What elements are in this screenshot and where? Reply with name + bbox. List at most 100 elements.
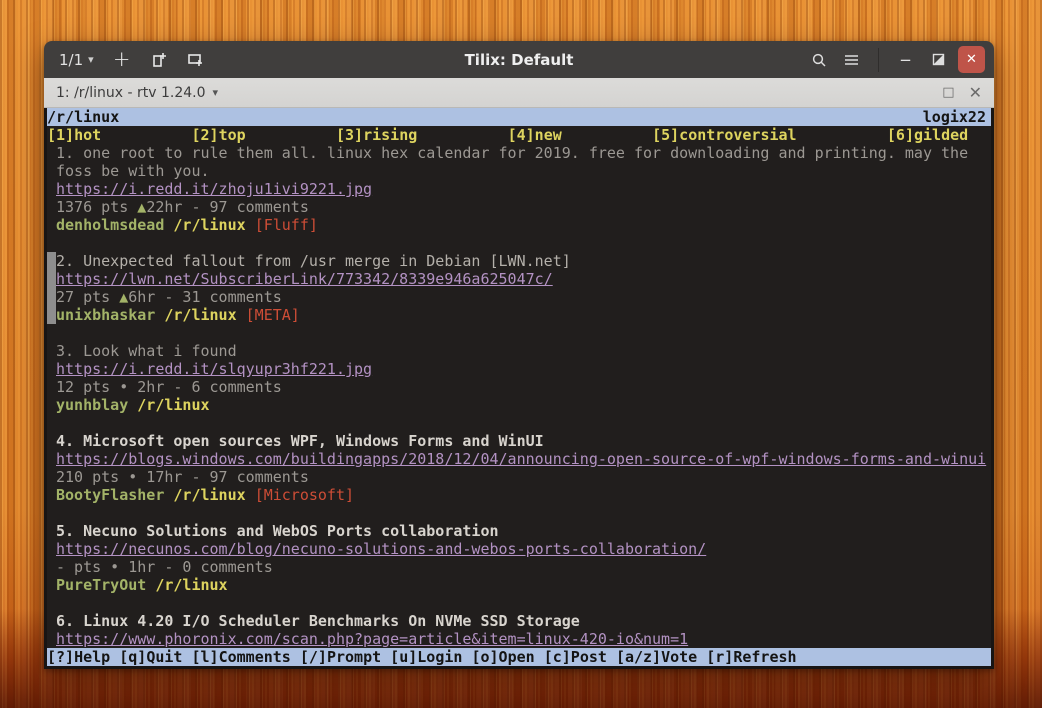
indent [47, 180, 56, 198]
add-terminal-down-icon [187, 52, 204, 68]
logged-in-user: logix22 [923, 108, 986, 126]
post-stats-line: 12 pts • 2hr - 6 comments [47, 378, 991, 396]
shortcut-footer-bar: [?]Help [q]Quit [l]Comments [/]Prompt [u… [47, 648, 991, 666]
text-segment: [META] [246, 306, 300, 324]
indent [47, 144, 56, 162]
sort-menu-bar: [1]hot [2]top [3]rising [4]new [5]contro… [47, 126, 991, 144]
minimize-icon: − [899, 51, 912, 69]
post-title[interactable]: 6. Linux 4.20 I/O Scheduler Benchmarks O… [56, 612, 580, 630]
selection-cursor [47, 252, 56, 270]
post-url-line: https://blogs.windows.com/buildingapps/2… [47, 450, 991, 468]
menu-item-3[interactable]: [3]rising [336, 126, 417, 144]
indent [47, 234, 56, 252]
indent [47, 594, 56, 612]
restore-button[interactable] [925, 46, 952, 73]
blank-line [47, 504, 991, 522]
close-icon: ✕ [966, 52, 977, 67]
terminal-frame: /r/linux logix22 [1]hot [2]top [3]rising… [44, 108, 994, 669]
post-stats-line: - pts • 1hr - 0 comments [47, 558, 991, 576]
indent [47, 378, 56, 396]
post-url-link[interactable]: https://i.redd.it/zhoju1ivi9221.jpg [56, 180, 372, 198]
menu-item-2[interactable]: [2]top [192, 126, 246, 144]
indent [47, 576, 56, 594]
menu-item-1[interactable]: [1]hot [47, 126, 101, 144]
post-url-link[interactable]: https://lwn.net/SubscriberLink/773342/83… [56, 270, 553, 288]
add-terminal-right-button[interactable] [144, 46, 174, 74]
text-segment: BootyFlasher [56, 486, 164, 504]
close-button[interactable]: ✕ [958, 46, 985, 73]
minimize-button[interactable]: − [892, 46, 919, 73]
post-url-link[interactable]: https://blogs.windows.com/buildingapps/2… [56, 450, 986, 468]
indent [47, 612, 56, 630]
chevron-down-icon: ▾ [88, 53, 94, 66]
post-stats-line: 1376 pts ▲22hr - 97 comments [47, 198, 991, 216]
blank-line [47, 324, 991, 342]
terminal-tab-label: 1: /r/linux - rtv 1.24.0 [56, 85, 206, 101]
text-segment [246, 486, 255, 504]
tab-chevron-down-icon: ▾ [213, 86, 219, 99]
terminal-body[interactable]: /r/linux logix22 [1]hot [2]top [3]rising… [47, 108, 991, 666]
blank-line [47, 594, 991, 612]
indent [47, 558, 56, 576]
menu-item-6[interactable]: [6]gilded [887, 126, 968, 144]
text-segment: - pts • 1hr - 0 comments [56, 558, 273, 576]
text-segment: 1376 pts [56, 198, 137, 216]
post-title[interactable]: 5. Necuno Solutions and WebOS Ports coll… [56, 522, 499, 540]
text-segment: PureTryOut [56, 576, 146, 594]
text-segment: ▲ [119, 288, 128, 306]
menu-item-4[interactable]: [4]new [508, 126, 562, 144]
titlebar-separator [878, 48, 879, 72]
post-list: 1. one root to rule them all. linux hex … [47, 144, 991, 648]
post-url-line: https://lwn.net/SubscriberLink/773342/83… [47, 270, 991, 288]
terminal-close-icon: ✕ [969, 83, 982, 102]
blank-line [47, 234, 991, 252]
search-button[interactable] [805, 46, 832, 73]
session-selector[interactable]: 1/1 ▾ [53, 47, 100, 73]
text-segment: /r/linux [137, 396, 209, 414]
selection-cursor [47, 288, 56, 306]
post-url-link[interactable]: https://www.phoronix.com/scan.php?page=a… [56, 630, 688, 648]
selection-cursor [47, 306, 56, 324]
text-segment: yunhblay [56, 396, 128, 414]
indent [47, 324, 56, 342]
menu-item-5[interactable]: [5]controversial [652, 126, 797, 144]
blank-line [47, 414, 991, 432]
post-title[interactable]: foss be with you. [56, 162, 210, 180]
indent [47, 504, 56, 522]
new-session-button[interactable]: + [107, 46, 137, 74]
text-segment: /r/linux [173, 486, 245, 504]
titlebar[interactable]: 1/1 ▾ + Tilix: Default [44, 41, 994, 78]
tilix-window: 1/1 ▾ + Tilix: Default [44, 41, 994, 669]
post-title[interactable]: 3. Look what i found [56, 342, 237, 360]
post-url-link[interactable]: https://i.redd.it/slqyupr3hf221.jpg [56, 360, 372, 378]
post-title-line: 5. Necuno Solutions and WebOS Ports coll… [47, 522, 991, 540]
indent [47, 522, 56, 540]
post-author-line: BootyFlasher /r/linux [Microsoft] [47, 486, 991, 504]
post-title-line: 4. Microsoft open sources WPF, Windows F… [47, 432, 991, 450]
add-terminal-right-icon [151, 52, 167, 68]
text-segment: [Fluff] [255, 216, 318, 234]
text-segment: denholmsdead [56, 216, 164, 234]
post-title[interactable]: 1. one root to rule them all. linux hex … [56, 144, 968, 162]
add-terminal-down-button[interactable] [181, 46, 211, 74]
app-menu-button[interactable] [838, 46, 865, 73]
text-segment: ▲ [137, 198, 146, 216]
text-segment [237, 306, 246, 324]
text-segment: unixbhaskar [56, 306, 155, 324]
post-url-line: https://www.phoronix.com/scan.php?page=a… [47, 630, 991, 648]
text-segment: [Microsoft] [255, 486, 354, 504]
indent [47, 432, 56, 450]
subreddit-header-bar: /r/linux logix22 [47, 108, 991, 126]
restore-icon [932, 53, 945, 66]
text-segment: /r/linux [173, 216, 245, 234]
post-title[interactable]: 2. Unexpected fallout from /usr merge in… [56, 252, 571, 270]
post-title[interactable]: 4. Microsoft open sources WPF, Windows F… [56, 432, 544, 450]
terminal-maximize-button[interactable]: □ [942, 85, 954, 100]
terminal-close-button[interactable]: ✕ [969, 83, 982, 102]
session-indicator: 1/1 [59, 51, 83, 69]
post-url-link[interactable]: https://necunos.com/blog/necuno-solution… [56, 540, 706, 558]
indent [47, 468, 56, 486]
post-stats-line: 210 pts • 17hr - 97 comments [47, 468, 991, 486]
terminal-title-dropdown[interactable]: 1: /r/linux - rtv 1.24.0 ▾ [56, 85, 218, 101]
indent [47, 198, 56, 216]
